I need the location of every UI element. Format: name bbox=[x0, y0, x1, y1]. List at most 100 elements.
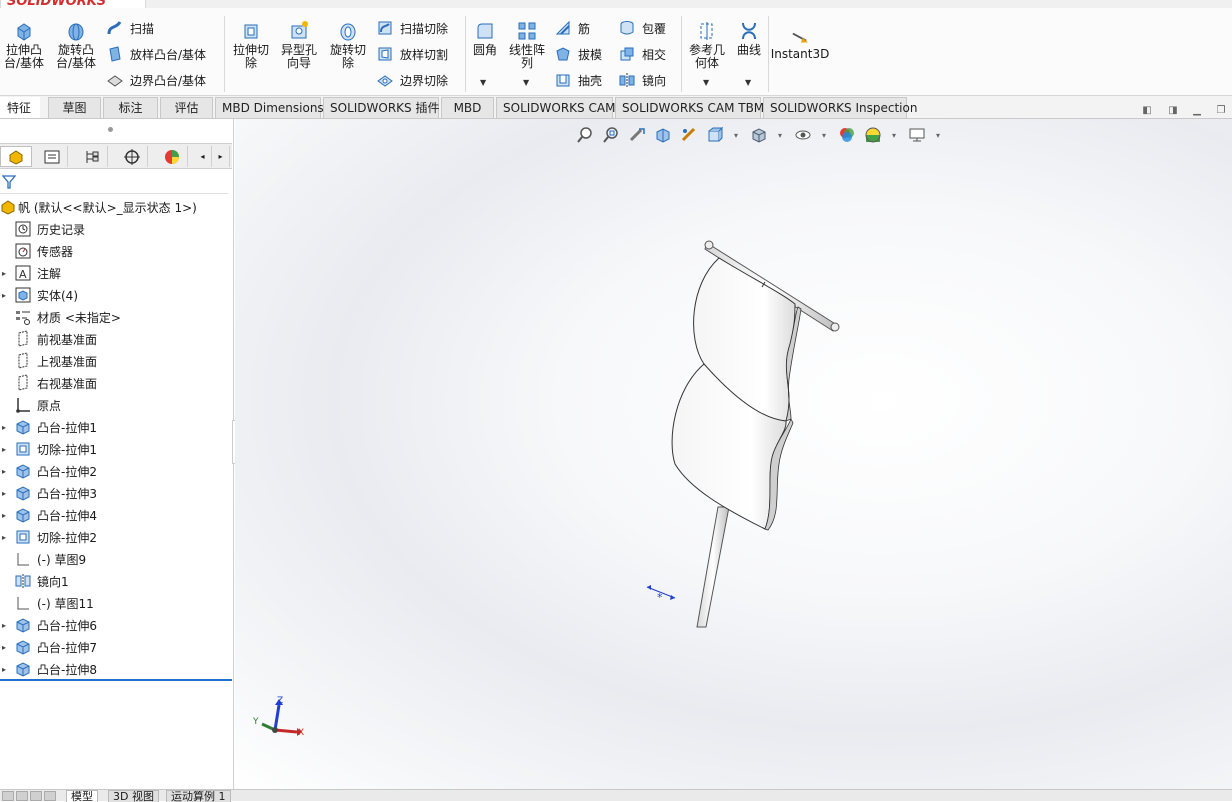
tree-root-part[interactable]: 帆 (默认<<默认>_显示状态 1>) bbox=[0, 196, 232, 218]
tree-item[interactable]: ▸ 切除-拉伸1 bbox=[0, 438, 232, 460]
tab-dimxpertmanager[interactable] bbox=[116, 146, 148, 167]
extrude-cut-button[interactable]: 拉伸切 除 bbox=[229, 20, 273, 70]
tab-sketch[interactable]: 草图 bbox=[48, 97, 101, 118]
tab-configurationmanager[interactable] bbox=[76, 146, 108, 167]
tab-solidworks-addins[interactable]: SOLIDWORKS 插件 bbox=[323, 97, 439, 118]
tree-item[interactable]: ▸ 凸台-拉伸6 bbox=[0, 614, 232, 636]
expand-arrow-icon[interactable]: ▸ bbox=[0, 533, 14, 542]
tree-item[interactable]: 历史记录 bbox=[0, 218, 232, 240]
boundary-cut-button[interactable]: 边界切除 bbox=[376, 71, 448, 89]
tabs-scroll-right[interactable]: ▸ bbox=[212, 146, 230, 167]
tab-featuremanager[interactable] bbox=[0, 146, 32, 167]
tree-filter[interactable] bbox=[0, 170, 228, 194]
tab-displaymanager[interactable] bbox=[156, 146, 188, 167]
fillet-button[interactable]: 圆角 bbox=[468, 20, 502, 57]
tree-item[interactable]: ▸ 凸台-拉伸3 bbox=[0, 482, 232, 504]
tile-left-icon[interactable]: ◧ bbox=[1140, 103, 1154, 117]
tree-item[interactable]: ▸ 切除-拉伸2 bbox=[0, 526, 232, 548]
tab-model[interactable]: 模型 bbox=[66, 790, 98, 802]
tab-solidworks-cam[interactable]: SOLIDWORKS CAM bbox=[496, 97, 615, 118]
curves-button[interactable]: 曲线 bbox=[734, 20, 764, 57]
next-tab-icon[interactable] bbox=[30, 791, 42, 801]
expand-arrow-icon[interactable]: ▸ bbox=[0, 665, 14, 674]
tree-item[interactable]: 原点 bbox=[0, 394, 232, 416]
mirror-button[interactable]: 镜向 bbox=[618, 71, 666, 89]
tree-item[interactable]: ▸ A 注解 bbox=[0, 262, 232, 284]
curves-dropdown-icon[interactable]: ▼ bbox=[745, 78, 751, 87]
rollback-bar[interactable] bbox=[0, 679, 232, 681]
loft-boss-button[interactable]: 放样凸台/基体 bbox=[106, 45, 206, 63]
hole-wizard-button[interactable]: 异型孔 向导 bbox=[277, 20, 321, 70]
tree-item[interactable]: 右视基准面 bbox=[0, 372, 232, 394]
revolve-cut-button[interactable]: 旋转切 除 bbox=[326, 20, 370, 70]
tab-navigation-arrows[interactable] bbox=[2, 791, 60, 801]
tree-item[interactable]: 前视基准面 bbox=[0, 328, 232, 350]
expand-arrow-icon[interactable]: ▸ bbox=[0, 269, 14, 278]
tree-item[interactable]: 传感器 bbox=[0, 240, 232, 262]
expand-arrow-icon[interactable]: ▸ bbox=[0, 621, 14, 630]
coordinate-triad: Z X Y bbox=[252, 696, 304, 738]
shell-button[interactable]: 抽壳 bbox=[554, 71, 602, 89]
panel-grip-icon[interactable] bbox=[108, 127, 113, 132]
tree-item-label: 注解 bbox=[37, 266, 62, 281]
tree-item[interactable]: (-) 草图11 bbox=[0, 592, 232, 614]
boundary-icon bbox=[107, 75, 123, 87]
tree-item-label: 凸台-拉伸2 bbox=[37, 464, 97, 479]
tree-item[interactable]: ▸ 凸台-拉伸1 bbox=[0, 416, 232, 438]
tree-item[interactable]: ▸ 凸台-拉伸2 bbox=[0, 460, 232, 482]
flag-model[interactable]: * Z X Y bbox=[235, 119, 1232, 789]
tree-item[interactable]: ▸ 凸台-拉伸8 bbox=[0, 658, 232, 680]
tab-markup[interactable]: 标注 bbox=[103, 97, 158, 118]
expand-arrow-icon[interactable]: ▸ bbox=[0, 489, 14, 498]
intersect-button[interactable]: 相交 bbox=[618, 45, 666, 63]
expand-arrow-icon[interactable]: ▸ bbox=[0, 291, 14, 300]
first-tab-icon[interactable] bbox=[2, 791, 14, 801]
tree-item[interactable]: ▸ 实体(4) bbox=[0, 284, 232, 306]
expand-arrow-icon[interactable]: ▸ bbox=[0, 511, 14, 520]
tab-mbd-dimensions[interactable]: MBD Dimensions bbox=[215, 97, 324, 118]
fillet-dropdown-icon[interactable]: ▼ bbox=[480, 78, 486, 87]
boundary-boss-button[interactable]: 边界凸台/基体 bbox=[106, 71, 206, 89]
boss-extrude-icon bbox=[16, 618, 30, 633]
wrap-button[interactable]: 包覆 bbox=[618, 19, 666, 37]
tree-item[interactable]: ▸ 凸台-拉伸4 bbox=[0, 504, 232, 526]
ref-geometry-dropdown-icon[interactable]: ▼ bbox=[703, 78, 709, 87]
tabs-scroll-left[interactable]: ◂ bbox=[194, 146, 212, 167]
rib-button[interactable]: 筋 bbox=[554, 19, 590, 37]
sweep-button[interactable]: 扫描 bbox=[106, 19, 154, 37]
sweep-cut-button[interactable]: 扫描切除 bbox=[376, 19, 448, 37]
tab-mbd[interactable]: MBD bbox=[441, 97, 494, 118]
prev-tab-icon[interactable] bbox=[16, 791, 28, 801]
tab-motion-study-1[interactable]: 运动算例 1 bbox=[166, 790, 231, 802]
fillet-icon bbox=[477, 23, 493, 39]
tree-item[interactable]: 上视基准面 bbox=[0, 350, 232, 372]
expand-arrow-icon[interactable]: ▸ bbox=[0, 445, 14, 454]
tree-item[interactable]: 材质 <未指定> bbox=[0, 306, 232, 328]
tab-3d-views[interactable]: 3D 视图 bbox=[108, 790, 159, 802]
tab-solidworks-inspection[interactable]: SOLIDWORKS Inspection bbox=[763, 97, 917, 118]
draft-button[interactable]: 拔模 bbox=[554, 45, 602, 63]
extrude-boss-button[interactable]: 拉伸凸 台/基体 bbox=[2, 20, 46, 70]
reference-geometry-icon bbox=[700, 22, 713, 40]
tree-item[interactable]: (-) 草图9 bbox=[0, 548, 232, 570]
expand-arrow-icon[interactable]: ▸ bbox=[0, 423, 14, 432]
tree-item[interactable]: 镜向1 bbox=[0, 570, 232, 592]
expand-arrow-icon[interactable]: ▸ bbox=[0, 467, 14, 476]
tab-evaluate[interactable]: 评估 bbox=[160, 97, 213, 118]
minimize-icon[interactable]: ▁ bbox=[1190, 103, 1204, 117]
tab-features[interactable]: 特征 bbox=[0, 97, 40, 118]
expand-arrow-icon[interactable]: ▸ bbox=[0, 643, 14, 652]
linear-pattern-button[interactable]: 线性阵 列 bbox=[505, 20, 549, 70]
revolve-boss-button[interactable]: 旋转凸 台/基体 bbox=[52, 20, 100, 70]
restore-icon[interactable]: ❐ bbox=[1214, 103, 1228, 117]
pattern-dropdown-icon[interactable]: ▼ bbox=[523, 78, 529, 87]
tab-solidworks-cam-tbm[interactable]: SOLIDWORKS CAM TBM bbox=[615, 97, 764, 118]
loft-cut-button[interactable]: 放样切割 bbox=[376, 45, 448, 63]
instant3d-button[interactable]: Instant3D bbox=[771, 30, 829, 61]
last-tab-icon[interactable] bbox=[44, 791, 56, 801]
graphics-viewport[interactable]: ▾ ▾ ▾ ▾ ▾ * Z X Y bbox=[235, 119, 1232, 789]
tab-propertymanager[interactable] bbox=[36, 146, 68, 167]
tile-right-icon[interactable]: ◨ bbox=[1166, 103, 1180, 117]
tree-item[interactable]: ▸ 凸台-拉伸7 bbox=[0, 636, 232, 658]
reference-geometry-button[interactable]: 参考几 何体 bbox=[684, 20, 730, 70]
